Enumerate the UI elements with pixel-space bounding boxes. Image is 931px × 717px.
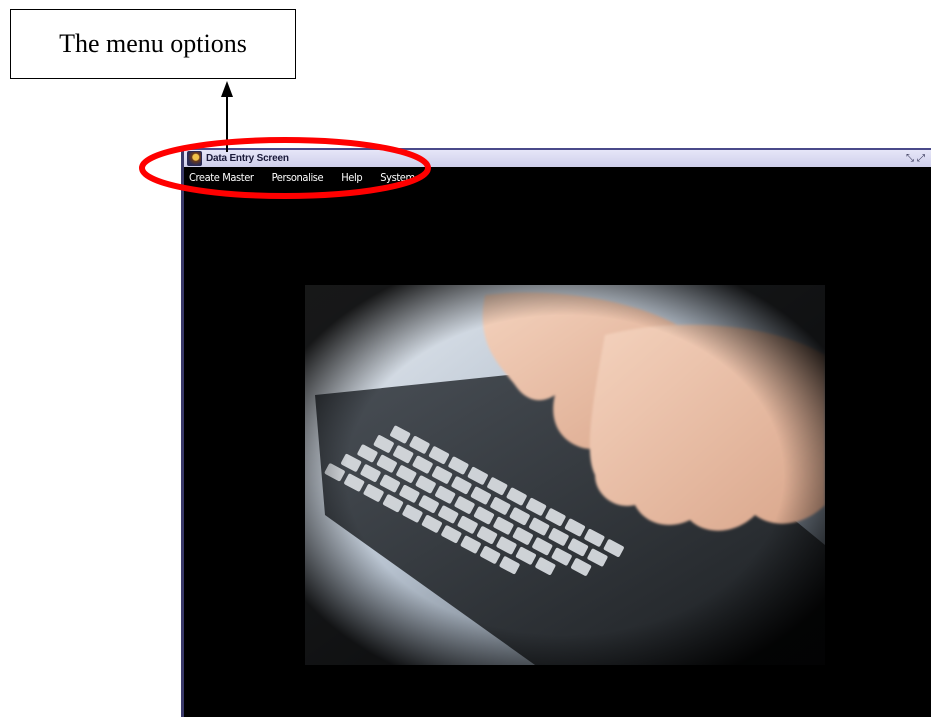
menu-item-personalise[interactable]: Personalise xyxy=(272,171,324,184)
menu-item-system[interactable]: System xyxy=(380,171,415,184)
restore-icon[interactable]: ⤡ xyxy=(906,153,914,164)
window-title: Data Entry Screen xyxy=(206,153,289,164)
maximize-icon[interactable]: ⤢ xyxy=(917,153,925,164)
window-controls: ⤡ ⤢ xyxy=(906,153,925,164)
menu-item-help[interactable]: Help xyxy=(341,171,362,184)
app-icon xyxy=(187,151,202,166)
document-page: The menu options Data Entry Screen ⤡ ⤢ C… xyxy=(0,0,931,717)
keyboard-photo xyxy=(305,285,825,665)
window-titlebar[interactable]: Data Entry Screen ⤡ ⤢ xyxy=(184,148,931,167)
menu-bar: Create Master Personalise Help System xyxy=(184,167,931,188)
callout-text: The menu options xyxy=(59,29,247,58)
menu-item-create-master[interactable]: Create Master xyxy=(189,171,254,184)
keyboard-hands-image xyxy=(305,285,825,665)
annotation-callout: The menu options xyxy=(10,9,296,79)
